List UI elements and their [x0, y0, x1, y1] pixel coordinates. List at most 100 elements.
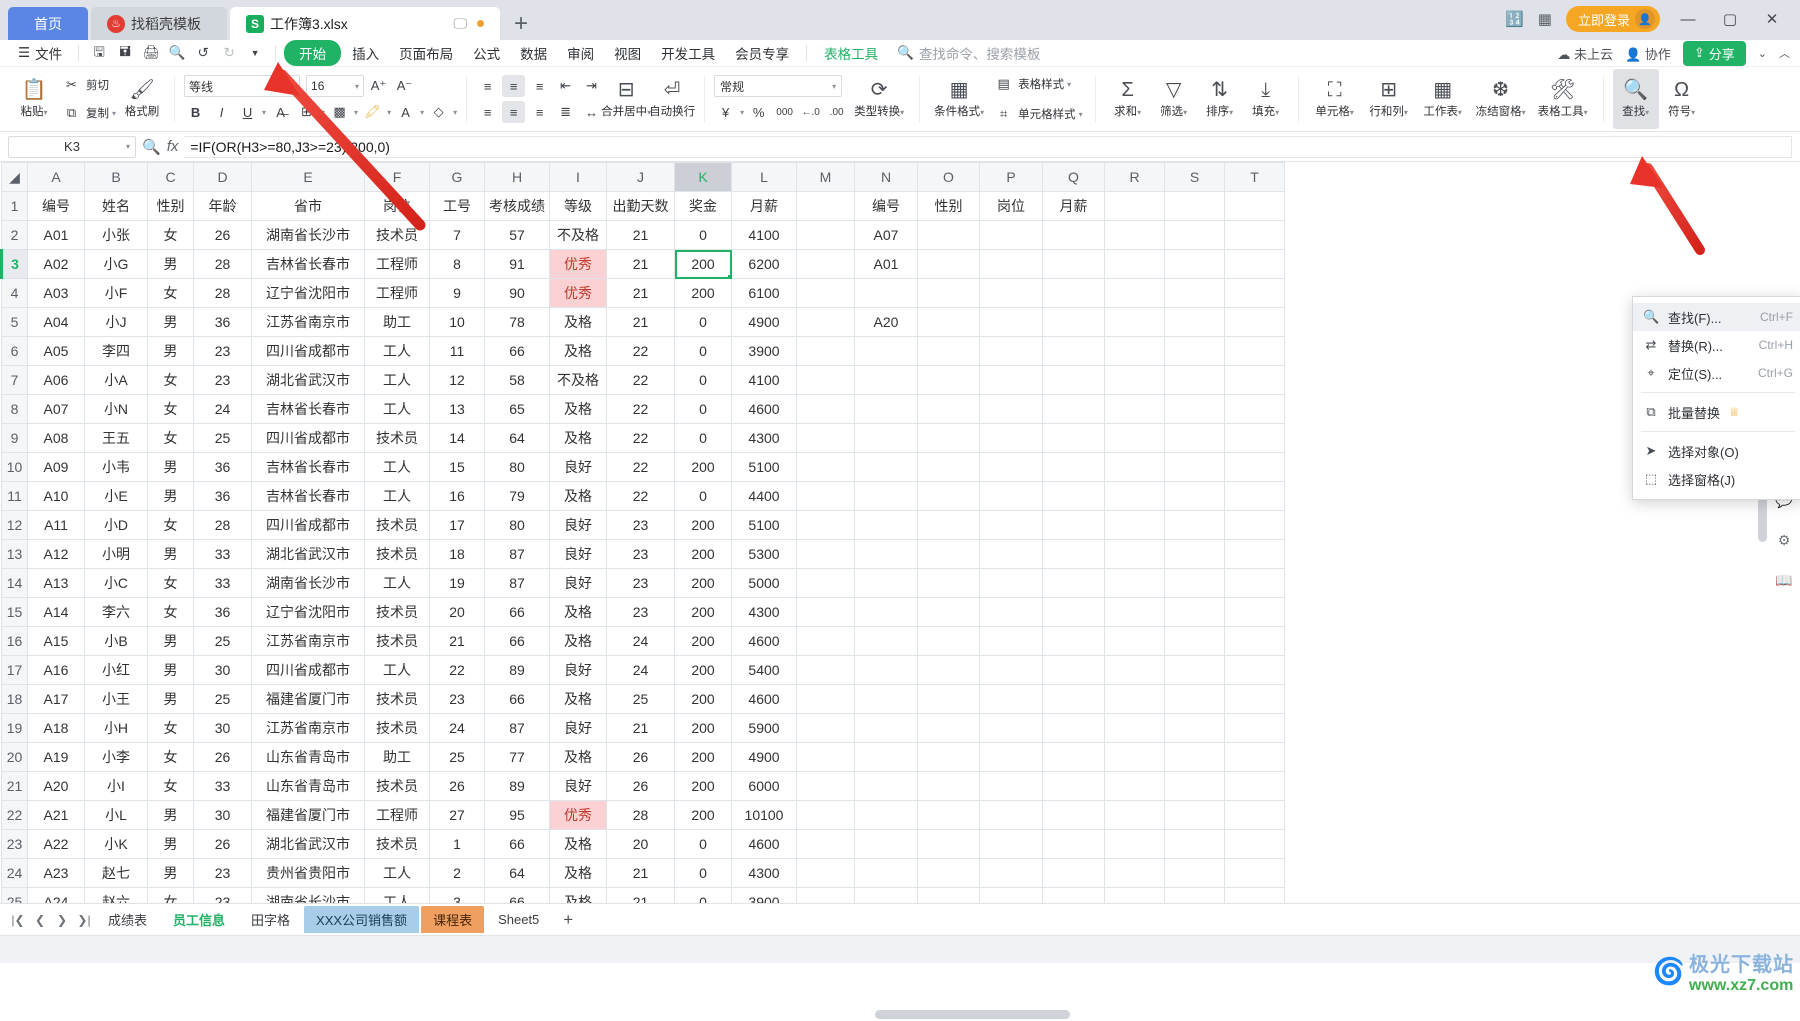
cell-Q7[interactable]: [1042, 365, 1105, 395]
cell-M21[interactable]: [796, 771, 855, 801]
ribbon-tab-formula[interactable]: 公式: [464, 40, 509, 66]
cell-H18[interactable]: 66: [484, 684, 550, 714]
cell-E20[interactable]: 山东省青岛市: [251, 742, 365, 772]
cell-C10[interactable]: 男: [147, 452, 194, 482]
align-bottom-icon[interactable]: ≡: [528, 75, 551, 97]
cell-J11[interactable]: 22: [606, 481, 675, 511]
cell-N5[interactable]: A20: [854, 307, 918, 337]
cell-D9[interactable]: 25: [193, 423, 252, 453]
cell-B18[interactable]: 小王: [84, 684, 148, 714]
cell-O17[interactable]: [917, 655, 980, 685]
cell-H13[interactable]: 87: [484, 539, 550, 569]
cell-N12[interactable]: [854, 510, 918, 540]
cell-Q21[interactable]: [1042, 771, 1105, 801]
cell-R15[interactable]: [1104, 597, 1165, 627]
column-header-F[interactable]: F: [364, 162, 430, 192]
cell-M18[interactable]: [796, 684, 855, 714]
cell-N19[interactable]: [854, 713, 918, 743]
find-button[interactable]: 🔍 查找▾: [1612, 69, 1659, 129]
cell-B25[interactable]: 赵六: [84, 887, 148, 903]
cell-O10[interactable]: [917, 452, 980, 482]
cell-F5[interactable]: 助工: [364, 307, 430, 337]
row-header-11[interactable]: 11: [1, 481, 28, 511]
row-header-5[interactable]: 5: [1, 307, 28, 337]
cell-B19[interactable]: 小H: [84, 713, 148, 743]
cell-L8[interactable]: 4600: [731, 394, 797, 424]
cell-D25[interactable]: 23: [193, 887, 252, 903]
cell-N2[interactable]: A07: [854, 220, 918, 250]
cell-O4[interactable]: [917, 278, 980, 308]
row-header-2[interactable]: 2: [1, 220, 28, 250]
cell-D22[interactable]: 30: [193, 800, 252, 830]
cell-I23[interactable]: 及格: [549, 829, 607, 859]
cell-G13[interactable]: 18: [429, 539, 485, 569]
sheet-table[interactable]: ◢ ABCDEFGHIJKLMNOPQRST 1 编号 姓名 性别 年龄 省市 岗位 工号 考核…: [0, 162, 1285, 903]
cell-Q3[interactable]: [1042, 249, 1105, 279]
sheet-tab-yuangongxinxi[interactable]: 员工信息: [161, 906, 238, 933]
cell-F24[interactable]: 工人: [364, 858, 430, 888]
cell-P3[interactable]: [979, 249, 1043, 279]
cell-T2[interactable]: [1224, 220, 1285, 250]
cell-R24[interactable]: [1104, 858, 1165, 888]
cell-R22[interactable]: [1104, 800, 1165, 830]
cell-S14[interactable]: [1164, 568, 1225, 598]
cell-Q11[interactable]: [1042, 481, 1105, 511]
table-row[interactable]: 8 A07 小N 女 24 吉林省长春市 工人 13 65 及格 22 0 4600: [1, 394, 1285, 424]
cell-H14[interactable]: 87: [484, 568, 550, 598]
cell-E11[interactable]: 吉林省长春市: [251, 481, 365, 511]
cell-L6[interactable]: 3900: [731, 336, 797, 366]
column-header-I[interactable]: I: [549, 162, 607, 192]
cell-F9[interactable]: 技术员: [364, 423, 430, 453]
cell-T14[interactable]: [1224, 568, 1285, 598]
cell-Q16[interactable]: [1042, 626, 1105, 656]
cell-D10[interactable]: 36: [193, 452, 252, 482]
cell-K25[interactable]: 0: [674, 887, 732, 903]
cell-F4[interactable]: 工程师: [364, 278, 430, 308]
cell-L16[interactable]: 4600: [731, 626, 797, 656]
decrease-indent-icon[interactable]: ⇤: [554, 75, 577, 97]
row-header-3[interactable]: 3: [0, 249, 28, 279]
cell-I1[interactable]: 等级: [549, 191, 607, 221]
cell-G10[interactable]: 15: [429, 452, 485, 482]
row-header-9[interactable]: 9: [1, 423, 28, 453]
tab-home[interactable]: 首页: [8, 7, 88, 40]
cell-K9[interactable]: 0: [674, 423, 732, 453]
row-header-22[interactable]: 22: [1, 800, 28, 830]
cell-E12[interactable]: 四川省成都市: [251, 510, 365, 540]
cell-F1[interactable]: 岗位: [364, 191, 430, 221]
cell-O1[interactable]: 性别: [917, 191, 980, 221]
cell-M19[interactable]: [796, 713, 855, 743]
cell-E8[interactable]: 吉林省长春市: [251, 394, 365, 424]
cell-L5[interactable]: 4900: [731, 307, 797, 337]
cell-D16[interactable]: 25: [193, 626, 252, 656]
cell-H15[interactable]: 66: [484, 597, 550, 627]
cell-G11[interactable]: 16: [429, 481, 485, 511]
cell-O18[interactable]: [917, 684, 980, 714]
cell-E15[interactable]: 辽宁省沈阳市: [251, 597, 365, 627]
cell-H2[interactable]: 57: [484, 220, 550, 250]
table-row[interactable]: 5 A04 小J 男 36 江苏省南京市 助工 10 78 及格 21 0 4900 A20: [1, 307, 1285, 337]
cell-F20[interactable]: 助工: [364, 742, 430, 772]
table-row[interactable]: 17 A16 小红男 30 四川省成都市 工人 22 89 良好 24 200 5400: [1, 655, 1285, 685]
cell-T15[interactable]: [1224, 597, 1285, 627]
cell-T25[interactable]: [1224, 887, 1285, 903]
table-row[interactable]: 13 A12 小明男 33 湖北省武汉市 技术员 18 87 良好 23 200 5300: [1, 539, 1285, 569]
row-header-18[interactable]: 18: [1, 684, 28, 714]
strikethrough-button[interactable]: A̶: [269, 101, 292, 123]
cell-P22[interactable]: [979, 800, 1043, 830]
next-sheet-button[interactable]: ❯: [52, 913, 72, 927]
cell-S7[interactable]: [1164, 365, 1225, 395]
rows-cols-button[interactable]: ⊞ 行和列▾: [1362, 69, 1416, 129]
cell-Q1[interactable]: 月薪: [1042, 191, 1105, 221]
cell-A4[interactable]: A03: [27, 278, 85, 308]
cell-K22[interactable]: 200: [674, 800, 732, 830]
column-header-K[interactable]: K: [674, 162, 732, 192]
ribbon-tab-start[interactable]: 开始: [284, 40, 342, 66]
cell-I5[interactable]: 及格: [549, 307, 607, 337]
cell-C20[interactable]: 女: [147, 742, 194, 772]
cell-I19[interactable]: 良好: [549, 713, 607, 743]
cell-H8[interactable]: 65: [484, 394, 550, 424]
cell-T23[interactable]: [1224, 829, 1285, 859]
cell-G21[interactable]: 26: [429, 771, 485, 801]
cell-G23[interactable]: 1: [429, 829, 485, 859]
